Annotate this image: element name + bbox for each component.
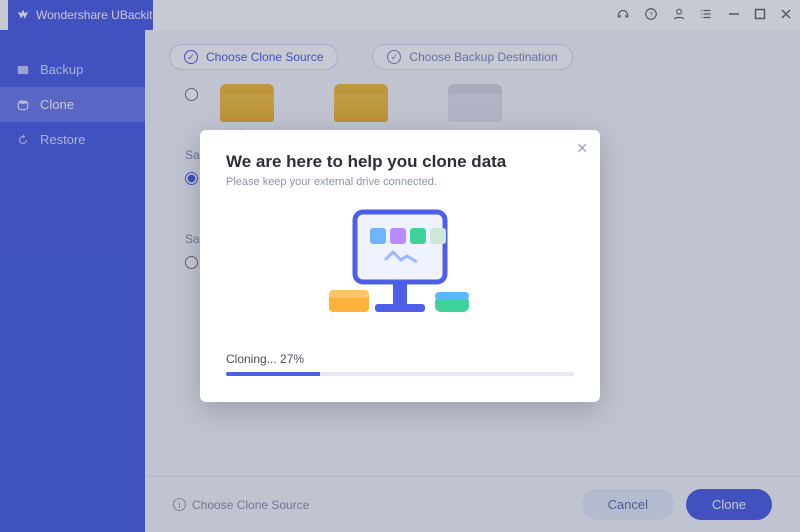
disk-icon [334,84,388,122]
sidebar-item-label: Restore [40,132,86,147]
close-icon[interactable]: ✕ [576,140,588,157]
app-title: Wondershare UBackit [36,8,153,22]
check-icon: ✓ [184,50,198,64]
bottom-hint-text: Choose Clone Source [192,498,309,512]
restore-icon [16,133,30,147]
disk-radio[interactable] [185,172,198,185]
bottom-bar: i Choose Clone Source Cancel Clone [145,476,800,532]
app-logo-icon [16,8,30,22]
minimize-button[interactable] [728,8,740,23]
sidebar-item-restore[interactable]: Restore [0,122,145,157]
support-icon[interactable] [616,7,630,24]
app-brand: Wondershare UBackit [8,0,153,30]
disk-icon [220,84,274,122]
cancel-button[interactable]: Cancel [582,489,674,520]
step-choose-source[interactable]: ✓ Choose Clone Source [169,44,338,70]
close-button[interactable] [780,8,792,23]
disk-radio[interactable] [185,256,198,269]
menu-list-icon[interactable] [700,7,714,24]
clone-icon [16,98,30,112]
maximize-button[interactable] [754,8,766,23]
modal-title: We are here to help you clone data [226,152,574,172]
modal-subtitle: Please keep your external drive connecte… [226,176,574,188]
clone-illustration [226,202,574,332]
clone-button[interactable]: Clone [686,489,772,520]
progress-fill [226,372,320,376]
step-indicator: ✓ Choose Clone Source ✓ Choose Backup De… [169,44,776,70]
bottom-hint: i Choose Clone Source [173,498,309,512]
sidebar-item-label: Backup [40,62,83,77]
progress-bar [226,372,574,376]
step-label: Choose Backup Destination [409,50,557,64]
clone-progress-modal: ✕ We are here to help you clone data Ple… [200,130,600,402]
backup-icon [16,63,30,77]
step-label: Choose Clone Source [206,50,323,64]
window-controls: ? [616,7,792,24]
sidebar-item-clone[interactable]: Clone [0,87,145,122]
help-icon[interactable]: ? [644,7,658,24]
sidebar: Backup Clone Restore [0,30,145,532]
disk-icon [448,84,502,122]
disk-radio[interactable] [185,88,198,101]
sidebar-item-label: Clone [40,97,74,112]
sidebar-item-backup[interactable]: Backup [0,52,145,87]
info-icon: i [173,498,186,511]
step-choose-destination[interactable]: ✓ Choose Backup Destination [372,44,572,70]
svg-text:?: ? [649,11,653,18]
progress-label: Cloning... 27% [226,352,574,366]
titlebar: Wondershare UBackit ? [0,0,800,30]
account-icon[interactable] [672,7,686,24]
check-icon: ✓ [387,50,401,64]
